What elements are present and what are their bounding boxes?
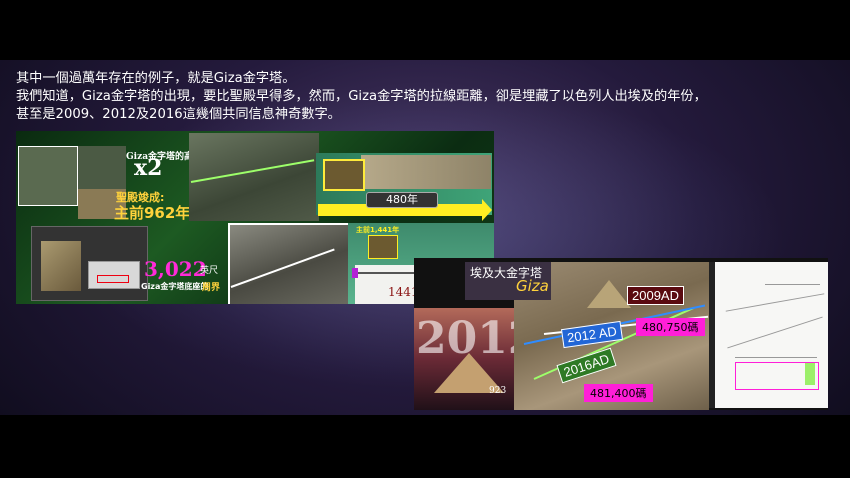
stone-wall-photo	[361, 155, 491, 189]
top-letterbox	[0, 0, 850, 60]
pyramid-aerial-thumb	[41, 241, 81, 291]
perimeter-number: 3,022	[144, 257, 207, 281]
exodus-thumb	[368, 235, 398, 259]
pyramid-diagram-thumb	[18, 146, 78, 206]
intro-text: 其中一個過萬年存在的例子，就是Giza金字塔。 我們知道，Giza金字塔的出現，…	[16, 70, 836, 124]
label-923: 923	[489, 386, 507, 396]
giza-collage-image: 2012 923 埃及大金字塔 Giza 2009AD 2012 AD 2016…	[414, 258, 828, 410]
timeline-marker	[352, 268, 358, 278]
great-pyramid-aerial	[587, 280, 631, 308]
perimeter-label: Giza金字塔底座的	[141, 282, 209, 291]
perimeter-unit: 英尺	[200, 266, 219, 276]
doc-line	[735, 357, 817, 358]
x2-label: x2	[134, 155, 163, 181]
form-highlight	[97, 275, 129, 283]
temple-thumb	[323, 159, 365, 191]
calculator-form	[88, 261, 140, 289]
intro-line-2: 我們知道，Giza金字塔的出現，要比聖殿早得多，然而，Giza金字塔的拉線距離，…	[16, 89, 707, 104]
doc-line	[725, 293, 825, 312]
giza-subtitle: Giza	[516, 277, 549, 295]
doc-value-highlight	[805, 363, 815, 385]
perimeter-label-highlight: 周界	[202, 283, 221, 293]
temple-year-label: 主前962年	[114, 204, 191, 222]
bottom-letterbox	[0, 415, 850, 478]
bc-1441-label: 主前1,441年	[356, 226, 400, 234]
measurement-document	[709, 262, 828, 408]
years-480-pill: 480年	[366, 192, 438, 208]
doc-line	[765, 284, 820, 285]
distance-481400: 481,400碼	[584, 384, 653, 402]
distance-480750: 480,750碼	[636, 318, 705, 336]
intro-line-1: 其中一個過萬年存在的例子，就是Giza金字塔。	[16, 71, 296, 86]
doc-line	[727, 316, 823, 349]
label-2009ad: 2009AD	[627, 286, 684, 305]
intro-line-3: 甚至是2009、2012及2016這幾個共同信息神奇數字。	[16, 107, 341, 122]
yellow-arrow-head	[482, 199, 492, 221]
